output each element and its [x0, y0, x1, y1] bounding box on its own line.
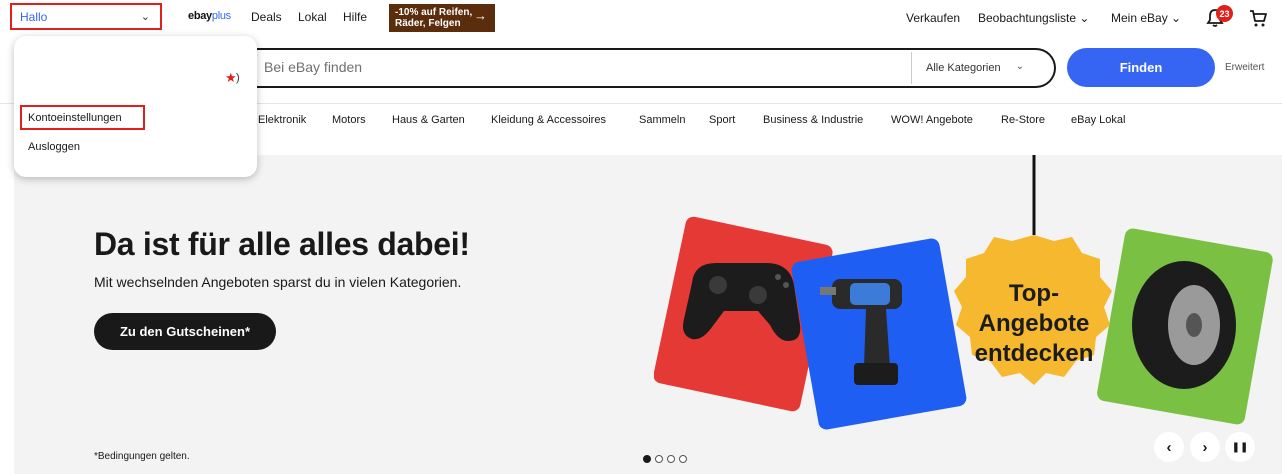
carousel-dot[interactable] — [679, 455, 687, 463]
badge-line-2: Angebote — [979, 310, 1090, 337]
hero-title: Da ist für alle alles dabei! — [94, 226, 470, 262]
chevron-down-icon: ⌄ — [1015, 61, 1024, 72]
badge-line-3: entdecken — [975, 340, 1094, 367]
nav-collectibles[interactable]: Sammeln — [639, 114, 685, 126]
hero-banner[interactable]: Da ist für alle alles dabei! Mit wechsel… — [14, 155, 1282, 474]
chevron-down-icon: ⌄ — [1079, 11, 1090, 25]
tire-icon — [1132, 261, 1236, 389]
my-ebay-label: Mein eBay — [1111, 11, 1168, 25]
arrow-right-icon: → — [474, 8, 487, 23]
chevron-down-icon: ⌄ — [1171, 11, 1182, 25]
account-settings-item[interactable]: Kontoeinstellungen — [20, 105, 145, 130]
advanced-search-link[interactable]: Erweitert — [1225, 62, 1264, 73]
watchlist-label: Beobachtungsliste — [978, 11, 1077, 25]
ebayplus-suffix: plus — [211, 10, 231, 22]
category-select[interactable]: Alle Kategorien ⌄ — [911, 52, 1036, 84]
coupons-button[interactable]: Zu den Gutscheinen* — [94, 313, 276, 350]
my-ebay-link[interactable]: Mein eBay ⌄ — [1111, 11, 1181, 25]
terms-note: *Bedingungen gelten. — [94, 451, 190, 462]
carousel-dot[interactable] — [643, 455, 651, 463]
hero-illustration: Top- Angebote entdecken — [654, 155, 1273, 430]
blue-product-card — [791, 238, 967, 430]
promo-banner[interactable]: -10% auf Reifen, Räder, Felgen → — [389, 4, 495, 32]
hero-subtitle: Mit wechselnden Angeboten sparst du in v… — [94, 274, 462, 290]
carousel-dot[interactable] — [655, 455, 663, 463]
nav-sport[interactable]: Sport — [709, 114, 735, 126]
sell-link[interactable]: Verkaufen — [906, 11, 960, 25]
logout-item[interactable]: Ausloggen — [28, 141, 80, 153]
green-product-card — [1097, 228, 1273, 425]
chevron-left-icon: ‹ — [1166, 438, 1172, 456]
nav-ebay-lokal[interactable]: eBay Lokal — [1071, 114, 1125, 126]
search-bar: Alle Kategorien ⌄ — [246, 48, 1056, 88]
chevron-right-icon: › — [1202, 438, 1208, 456]
carousel-indicators — [643, 455, 687, 463]
nav-wow-deals[interactable]: WOW! Angebote — [891, 114, 973, 126]
cart-icon[interactable] — [1248, 8, 1268, 28]
notification-badge: 23 — [1216, 5, 1233, 22]
top-offers-badge: Top- Angebote entdecken — [954, 235, 1112, 385]
carousel-prev-button[interactable]: ‹ — [1154, 432, 1184, 462]
account-dropdown: ★ ) Kontoeinstellungen Ausloggen — [14, 36, 257, 177]
carousel-pause-button[interactable]: ❚❚ — [1225, 432, 1255, 462]
greeting-label: Hallo — [20, 9, 48, 24]
nav-home-garden[interactable]: Haus & Garten — [392, 114, 465, 126]
watchlist-link[interactable]: Beobachtungsliste ⌄ — [978, 11, 1089, 25]
category-select-label: Alle Kategorien — [926, 62, 1001, 74]
carousel-next-button[interactable]: › — [1190, 432, 1220, 462]
chevron-down-icon: ⌄ — [140, 11, 150, 23]
carousel-dot[interactable] — [667, 455, 675, 463]
lokal-link[interactable]: Lokal — [298, 10, 327, 24]
nav-business[interactable]: Business & Industrie — [763, 114, 863, 126]
nav-clothing[interactable]: Kleidung & Accessoires — [491, 114, 606, 126]
ebayplus-logo[interactable]: ebayplus — [188, 10, 231, 22]
rating-suffix: ) — [236, 72, 240, 84]
account-greeting-button[interactable]: Hallo ⌄ — [10, 3, 162, 30]
top-bar: Hallo ⌄ ebayplus Deals Lokal Hilfe -10% … — [0, 0, 1282, 34]
star-icon: ★ — [225, 70, 237, 85]
ebayplus-prefix: ebay — [188, 10, 212, 22]
hilfe-link[interactable]: Hilfe — [343, 10, 367, 24]
nav-re-store[interactable]: Re-Store — [1001, 114, 1045, 126]
search-button[interactable]: Finden — [1067, 48, 1215, 87]
pause-icon: ❚❚ — [1231, 441, 1249, 453]
nav-motors[interactable]: Motors — [332, 114, 366, 126]
deals-link[interactable]: Deals — [251, 10, 282, 24]
nav-electronics[interactable]: Elektronik — [258, 114, 306, 126]
badge-line-1: Top- — [1009, 280, 1059, 307]
search-input[interactable] — [264, 59, 864, 75]
